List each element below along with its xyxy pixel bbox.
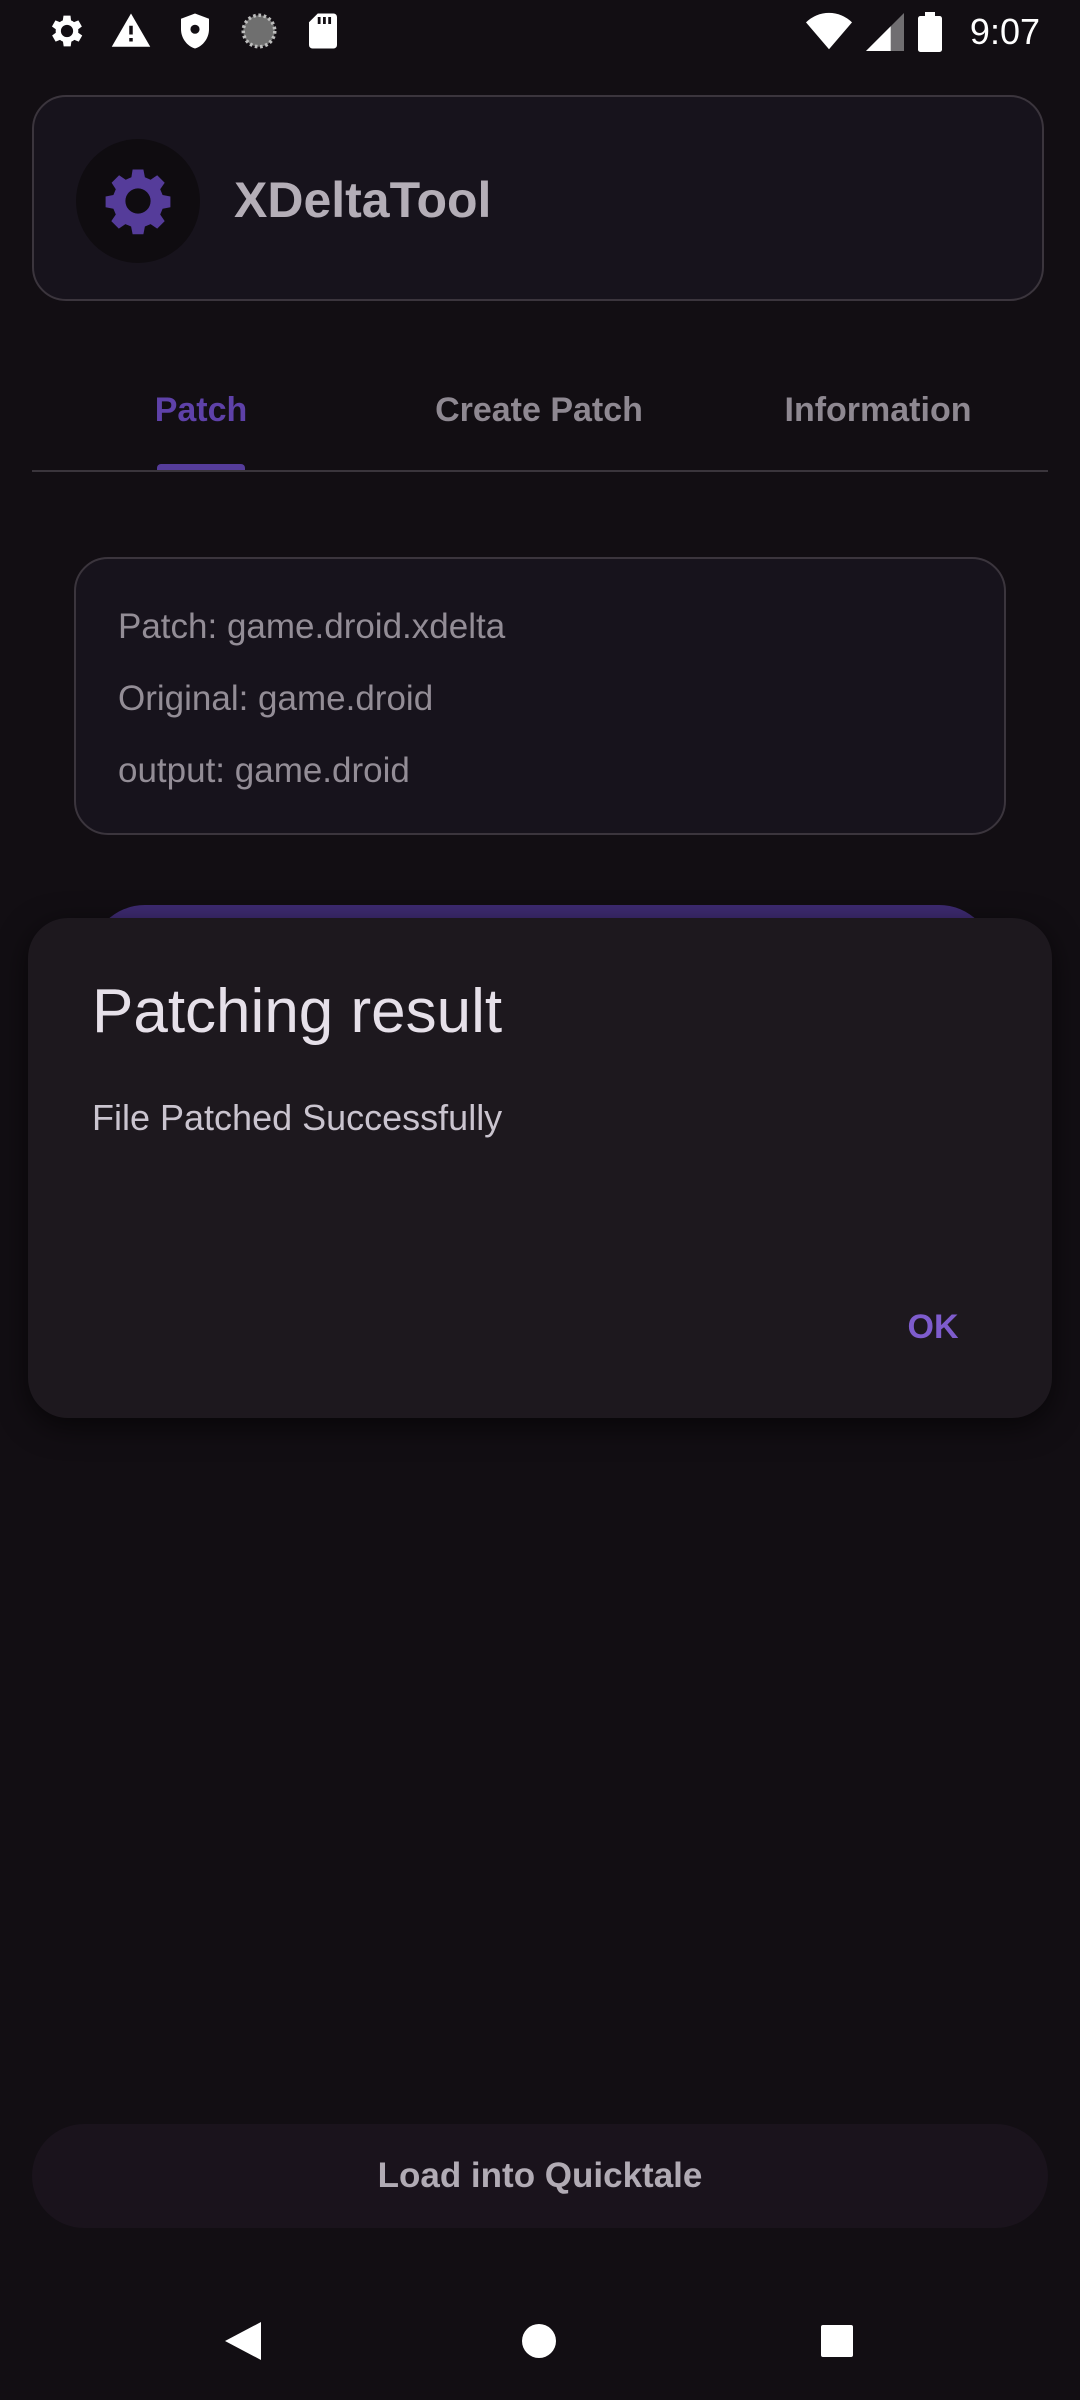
recents-button[interactable] bbox=[810, 2314, 864, 2368]
navigation-bar bbox=[0, 2282, 1080, 2400]
load-into-quicktale-button: Load into Quicktale bbox=[32, 2124, 1048, 2228]
patching-result-dialog: Patching result File Patched Successfull… bbox=[28, 918, 1052, 1418]
ok-button[interactable]: OK bbox=[868, 1284, 998, 1370]
status-bar: 9:07 bbox=[0, 0, 1080, 64]
back-icon bbox=[225, 2322, 261, 2360]
patch-file-label: Patch: game.droid.xdelta bbox=[118, 607, 506, 646]
app-logo bbox=[76, 139, 200, 263]
system-status: 9:07 bbox=[805, 8, 1040, 56]
tab-patch[interactable]: Patch bbox=[32, 352, 370, 468]
home-button[interactable] bbox=[512, 2314, 566, 2368]
cellular-signal-icon bbox=[865, 13, 904, 51]
settings-icon bbox=[51, 15, 83, 47]
tab-create-patch[interactable]: Create Patch bbox=[370, 352, 708, 468]
wifi-icon bbox=[805, 12, 852, 50]
dialog-message: File Patched Successfully bbox=[92, 1097, 503, 1138]
notification-icons bbox=[46, 10, 344, 52]
screen: 9:07 XDeltaTool Patch Create Patch Infor… bbox=[0, 0, 1080, 2400]
output-file-label: output: game.droid bbox=[118, 751, 410, 790]
clock: 9:07 bbox=[969, 11, 1040, 52]
home-icon bbox=[522, 2324, 556, 2358]
shield-icon bbox=[181, 13, 209, 49]
gear-icon bbox=[105, 169, 171, 235]
original-file-label: Original: game.droid bbox=[118, 679, 434, 718]
battery-icon bbox=[917, 12, 942, 52]
recents-icon bbox=[821, 2325, 853, 2357]
app-header-card: XDeltaTool bbox=[32, 95, 1044, 301]
tab-bar: Patch Create Patch Information bbox=[32, 352, 1048, 472]
file-info-card: Patch: game.droid.xdelta Original: game.… bbox=[74, 557, 1006, 835]
back-button[interactable] bbox=[216, 2314, 270, 2368]
dialog-title: Patching result bbox=[92, 977, 503, 1046]
app-title: XDeltaTool bbox=[234, 172, 492, 228]
tab-divider bbox=[32, 470, 1048, 472]
warning-icon bbox=[111, 13, 151, 47]
sd-card-icon bbox=[309, 13, 337, 49]
loading-icon bbox=[241, 13, 277, 49]
tab-information[interactable]: Information bbox=[708, 352, 1048, 468]
